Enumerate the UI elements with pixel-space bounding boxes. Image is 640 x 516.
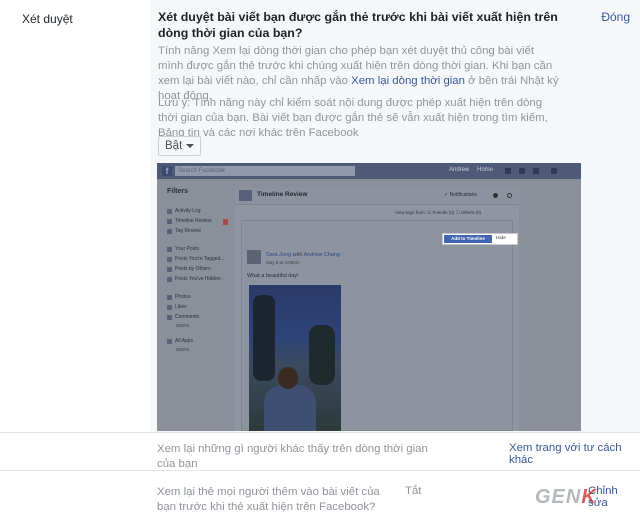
setting-row-text: Xem lại những gì người khác thấy trên dò… [157, 443, 428, 470]
preview-home: Home [477, 167, 494, 173]
facebook-logo-icon: f [162, 166, 172, 176]
preview-filter-item: Timeline Review [167, 218, 212, 224]
preview-more: MORE [176, 347, 190, 352]
messages-icon [519, 168, 525, 174]
preview-actions: Add to Timeline Hide [442, 233, 518, 245]
friends-icon [505, 168, 511, 174]
caret-down-icon [186, 144, 195, 148]
preview-photo [249, 285, 341, 431]
preview-header-title: Timeline Review [257, 191, 308, 198]
dropdown-value: Bật [165, 140, 183, 152]
avatar [247, 250, 261, 264]
preview-view-tags: View tags from: ☑ Friends (0) ☐ Others (… [395, 210, 482, 215]
preview-more: MORE [176, 323, 190, 328]
preview-filters-title: Filters [167, 188, 189, 195]
preview-filter-item: Posts You've Hidden [167, 276, 221, 282]
search-icon [507, 193, 512, 198]
gear-icon [493, 193, 498, 198]
preview-badge [223, 219, 228, 225]
preview-filter-item: Posts You're Tagged... [167, 256, 225, 262]
preview-filter-item: Likes [167, 304, 187, 310]
preview-filter-item: Your Posts [167, 246, 199, 252]
setting-description: Tính năng Xem lại dòng thời gian cho phé… [158, 45, 559, 102]
preview-poster: Sara Jong with Andrew Chang [266, 252, 341, 258]
preview-header: Timeline Review ✓ Notifications [235, 187, 519, 205]
globe-icon [533, 168, 539, 174]
preview-notifications: ✓ Notifications [444, 192, 477, 198]
setting-row-text: Xem lại thẻ mọi người thêm vào bài viết … [157, 486, 380, 513]
setting-note: Lưu ý: Tính năng này chỉ kiểm soát nội d… [158, 97, 548, 139]
preview-filter-item: Photos [167, 294, 191, 300]
timeline-review-link[interactable]: Xem lại dòng thời gian [351, 75, 465, 87]
preview-user: Andrew [449, 167, 470, 173]
preview-search: Search Facebook [175, 166, 355, 176]
preview-topbar: f Search Facebook Andrew Home [157, 163, 581, 179]
setting-row-value: Tắt [405, 485, 422, 497]
preview-post-text: What a beautiful day! [247, 273, 299, 279]
hide-button: Hide [496, 236, 506, 241]
setting-row: Xem lại những gì người khác thấy trên dò… [0, 432, 640, 470]
setting-question: Xét duyệt bài viết bạn được gắn thẻ trướ… [158, 10, 558, 40]
timeline-review-preview-image: f Search Facebook Andrew Home Filters Ac… [157, 163, 581, 431]
preview-filter-item: Comments [167, 314, 199, 320]
lock-icon [551, 168, 557, 174]
setting-label: Xét duyệt [22, 12, 73, 26]
close-link[interactable]: Đóng [601, 10, 630, 24]
preview-filter-item: Activity Log [167, 208, 201, 214]
preview-post-date: May 8 at 4:00pm · [266, 260, 303, 265]
timeline-review-icon [239, 190, 252, 201]
enable-dropdown[interactable]: Bật [158, 136, 202, 156]
view-as-link[interactable]: Xem trang với tư cách khác [509, 442, 640, 466]
genk-watermark-logo: GENK [535, 486, 597, 508]
add-to-timeline-button: Add to Timeline [444, 235, 492, 243]
preview-filter-item: All Apps [167, 338, 193, 344]
preview-filter-item: Tag Review [167, 228, 201, 234]
preview-filter-item: Posts by Others [167, 266, 211, 272]
